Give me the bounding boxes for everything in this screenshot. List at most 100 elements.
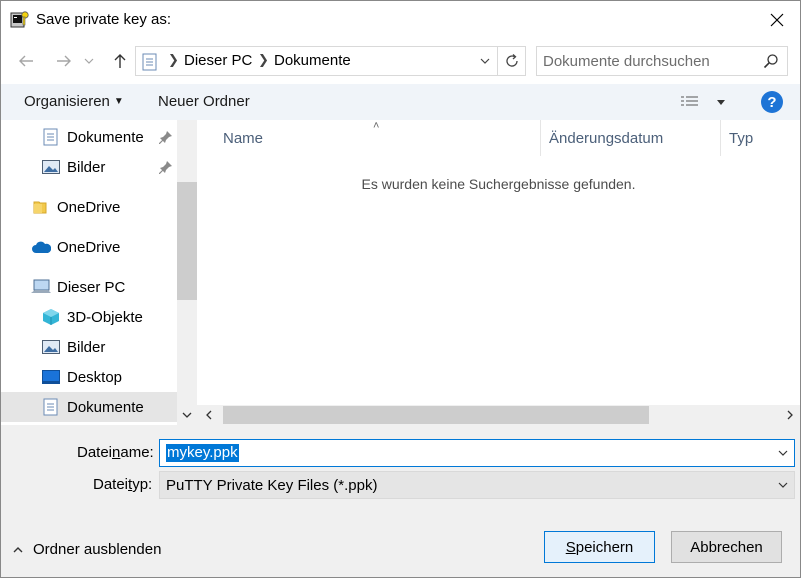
chevron-left-icon <box>206 410 212 420</box>
view-options-button[interactable] <box>681 92 729 112</box>
chevron-right-icon <box>787 410 793 420</box>
putty-app-icon <box>10 10 30 30</box>
up-button[interactable] <box>107 48 133 74</box>
filetype-dropdown-button[interactable] <box>776 478 790 492</box>
chevron-right-icon: ❯ <box>168 52 179 67</box>
chevron-down-icon <box>84 58 94 64</box>
filetype-selected-value: PuTTY Private Key Files (*.ppk) <box>166 477 378 494</box>
computer-icon <box>31 277 51 297</box>
address-bar[interactable]: ❯ Dieser PC ❯ Dokumente <box>135 46 526 76</box>
filename-label-part: Datei <box>77 444 113 461</box>
file-list: ˄ Name Änderungsdatum Typ Es wurden kein… <box>197 120 800 425</box>
scrollbar-thumb[interactable] <box>223 406 649 424</box>
filetype-label-part: Datei <box>93 476 129 493</box>
new-folder-button[interactable]: Neuer Ordner <box>158 93 250 110</box>
nav-item-label: OneDrive <box>57 238 121 256</box>
column-header-date[interactable]: Änderungsdatum <box>541 120 721 156</box>
horizontal-scrollbar[interactable] <box>197 405 800 425</box>
filetype-label: Dateityp: <box>93 476 152 493</box>
navigation-pane: Dokumente Bilder OneDrive OneDrive Diese… <box>1 120 197 425</box>
caret-down-icon: ▼ <box>113 96 124 107</box>
search-box[interactable] <box>536 46 788 76</box>
filetype-select[interactable]: PuTTY Private Key Files (*.ppk) <box>159 471 795 499</box>
close-button[interactable] <box>754 1 800 39</box>
breadcrumb-dokumente[interactable]: Dokumente <box>274 52 351 69</box>
save-label: peichern <box>575 538 634 556</box>
desktop-icon <box>41 367 61 387</box>
refresh-button[interactable] <box>497 47 525 75</box>
pin-icon[interactable] <box>158 160 173 175</box>
navigation-scrollbar[interactable] <box>177 120 197 425</box>
organize-menu-button[interactable]: Organisieren ▼ <box>24 93 124 110</box>
nav-item-dokumente-pinned[interactable]: Dokumente <box>1 122 177 152</box>
nav-item-onedrive-folder[interactable]: OneDrive <box>1 192 177 222</box>
nav-item-label: 3D-Objekte <box>67 308 143 326</box>
close-icon <box>770 13 784 27</box>
command-bar: Organisieren ▼ Neuer Ordner ? <box>1 84 800 120</box>
breadcrumb-dieser-pc[interactable]: Dieser PC <box>184 52 252 69</box>
nav-item-label: OneDrive <box>57 198 121 216</box>
chevron-down-icon <box>778 450 788 456</box>
filename-input-value[interactable]: mykey.ppk <box>166 444 239 462</box>
nav-item-3d-objekte[interactable]: 3D-Objekte <box>1 302 177 332</box>
save-accesskey: S <box>565 538 576 556</box>
search-icon[interactable] <box>763 53 779 69</box>
hide-folders-toggle[interactable]: Ordner ausblenden <box>13 541 161 558</box>
empty-results-message: Es wurden keine Suchergebnisse gefunden. <box>361 176 636 192</box>
chevron-down-icon <box>480 58 490 64</box>
nav-item-bilder-pinned[interactable]: Bilder <box>1 152 177 182</box>
column-header-name[interactable]: Name <box>215 120 541 156</box>
nav-item-label: Dokumente <box>67 128 144 146</box>
back-arrow-icon <box>19 55 33 67</box>
scroll-down-button[interactable] <box>177 405 197 425</box>
nav-item-dieser-pc[interactable]: Dieser PC <box>1 272 177 302</box>
dialog-title: Save private key as: <box>36 11 172 28</box>
nav-item-dokumente[interactable]: Dokumente <box>1 392 177 422</box>
nav-item-label: Desktop <box>67 368 123 386</box>
organize-label: Organisieren <box>24 93 110 110</box>
chevron-up-icon <box>13 546 23 552</box>
pictures-icon <box>41 157 61 177</box>
nav-item-bilder[interactable]: Bilder <box>1 332 177 362</box>
filename-label: Dateiname: <box>77 444 154 461</box>
hide-folders-label: Ordner ausblenden <box>33 541 162 558</box>
documents-icon <box>41 127 61 147</box>
address-dropdown-button[interactable] <box>474 47 496 75</box>
documents-icon <box>41 397 61 417</box>
filename-label-part: ame: <box>120 444 154 461</box>
folder-icon <box>31 197 51 217</box>
nav-item-onedrive[interactable]: OneDrive <box>1 232 177 262</box>
filetype-label-part: yp: <box>132 476 153 493</box>
nav-item-desktop[interactable]: Desktop <box>1 362 177 392</box>
pin-icon[interactable] <box>158 130 173 145</box>
save-dialog: Save private key as: ❯ Dieser PC ❯ Dokum… <box>0 0 801 578</box>
scrollbar-thumb[interactable] <box>177 182 197 300</box>
pictures-icon <box>41 337 61 357</box>
chevron-down-icon <box>182 412 192 418</box>
cancel-button[interactable]: Abbrechen <box>671 531 782 563</box>
filename-dropdown-button[interactable] <box>776 446 790 460</box>
scroll-left-button[interactable] <box>201 407 217 423</box>
chevron-down-icon <box>778 482 788 488</box>
scroll-right-button[interactable] <box>782 407 798 423</box>
recent-locations-button[interactable] <box>81 48 97 74</box>
search-input[interactable] <box>537 47 757 75</box>
documents-icon <box>142 53 158 71</box>
nav-item-label: Bilder <box>67 338 106 356</box>
nav-item-label: Dokumente <box>67 398 144 416</box>
title-bar: Save private key as: <box>1 1 800 39</box>
save-form: Dateiname: mykey.ppk Dateityp: PuTTY Pri… <box>1 425 800 577</box>
save-button[interactable]: Speichern <box>544 531 655 563</box>
refresh-icon <box>505 54 518 67</box>
back-button[interactable] <box>13 48 39 74</box>
forward-button[interactable] <box>51 48 77 74</box>
help-button[interactable]: ? <box>761 91 783 113</box>
chevron-right-icon: ❯ <box>258 52 269 67</box>
caret-down-icon <box>717 99 725 105</box>
onedrive-cloud-icon <box>31 237 51 257</box>
nav-item-label: Dieser PC <box>57 278 126 296</box>
filename-field[interactable]: mykey.ppk <box>159 439 795 467</box>
details-view-icon <box>681 96 698 106</box>
forward-arrow-icon <box>57 55 71 67</box>
column-header-type[interactable]: Typ <box>721 120 800 156</box>
